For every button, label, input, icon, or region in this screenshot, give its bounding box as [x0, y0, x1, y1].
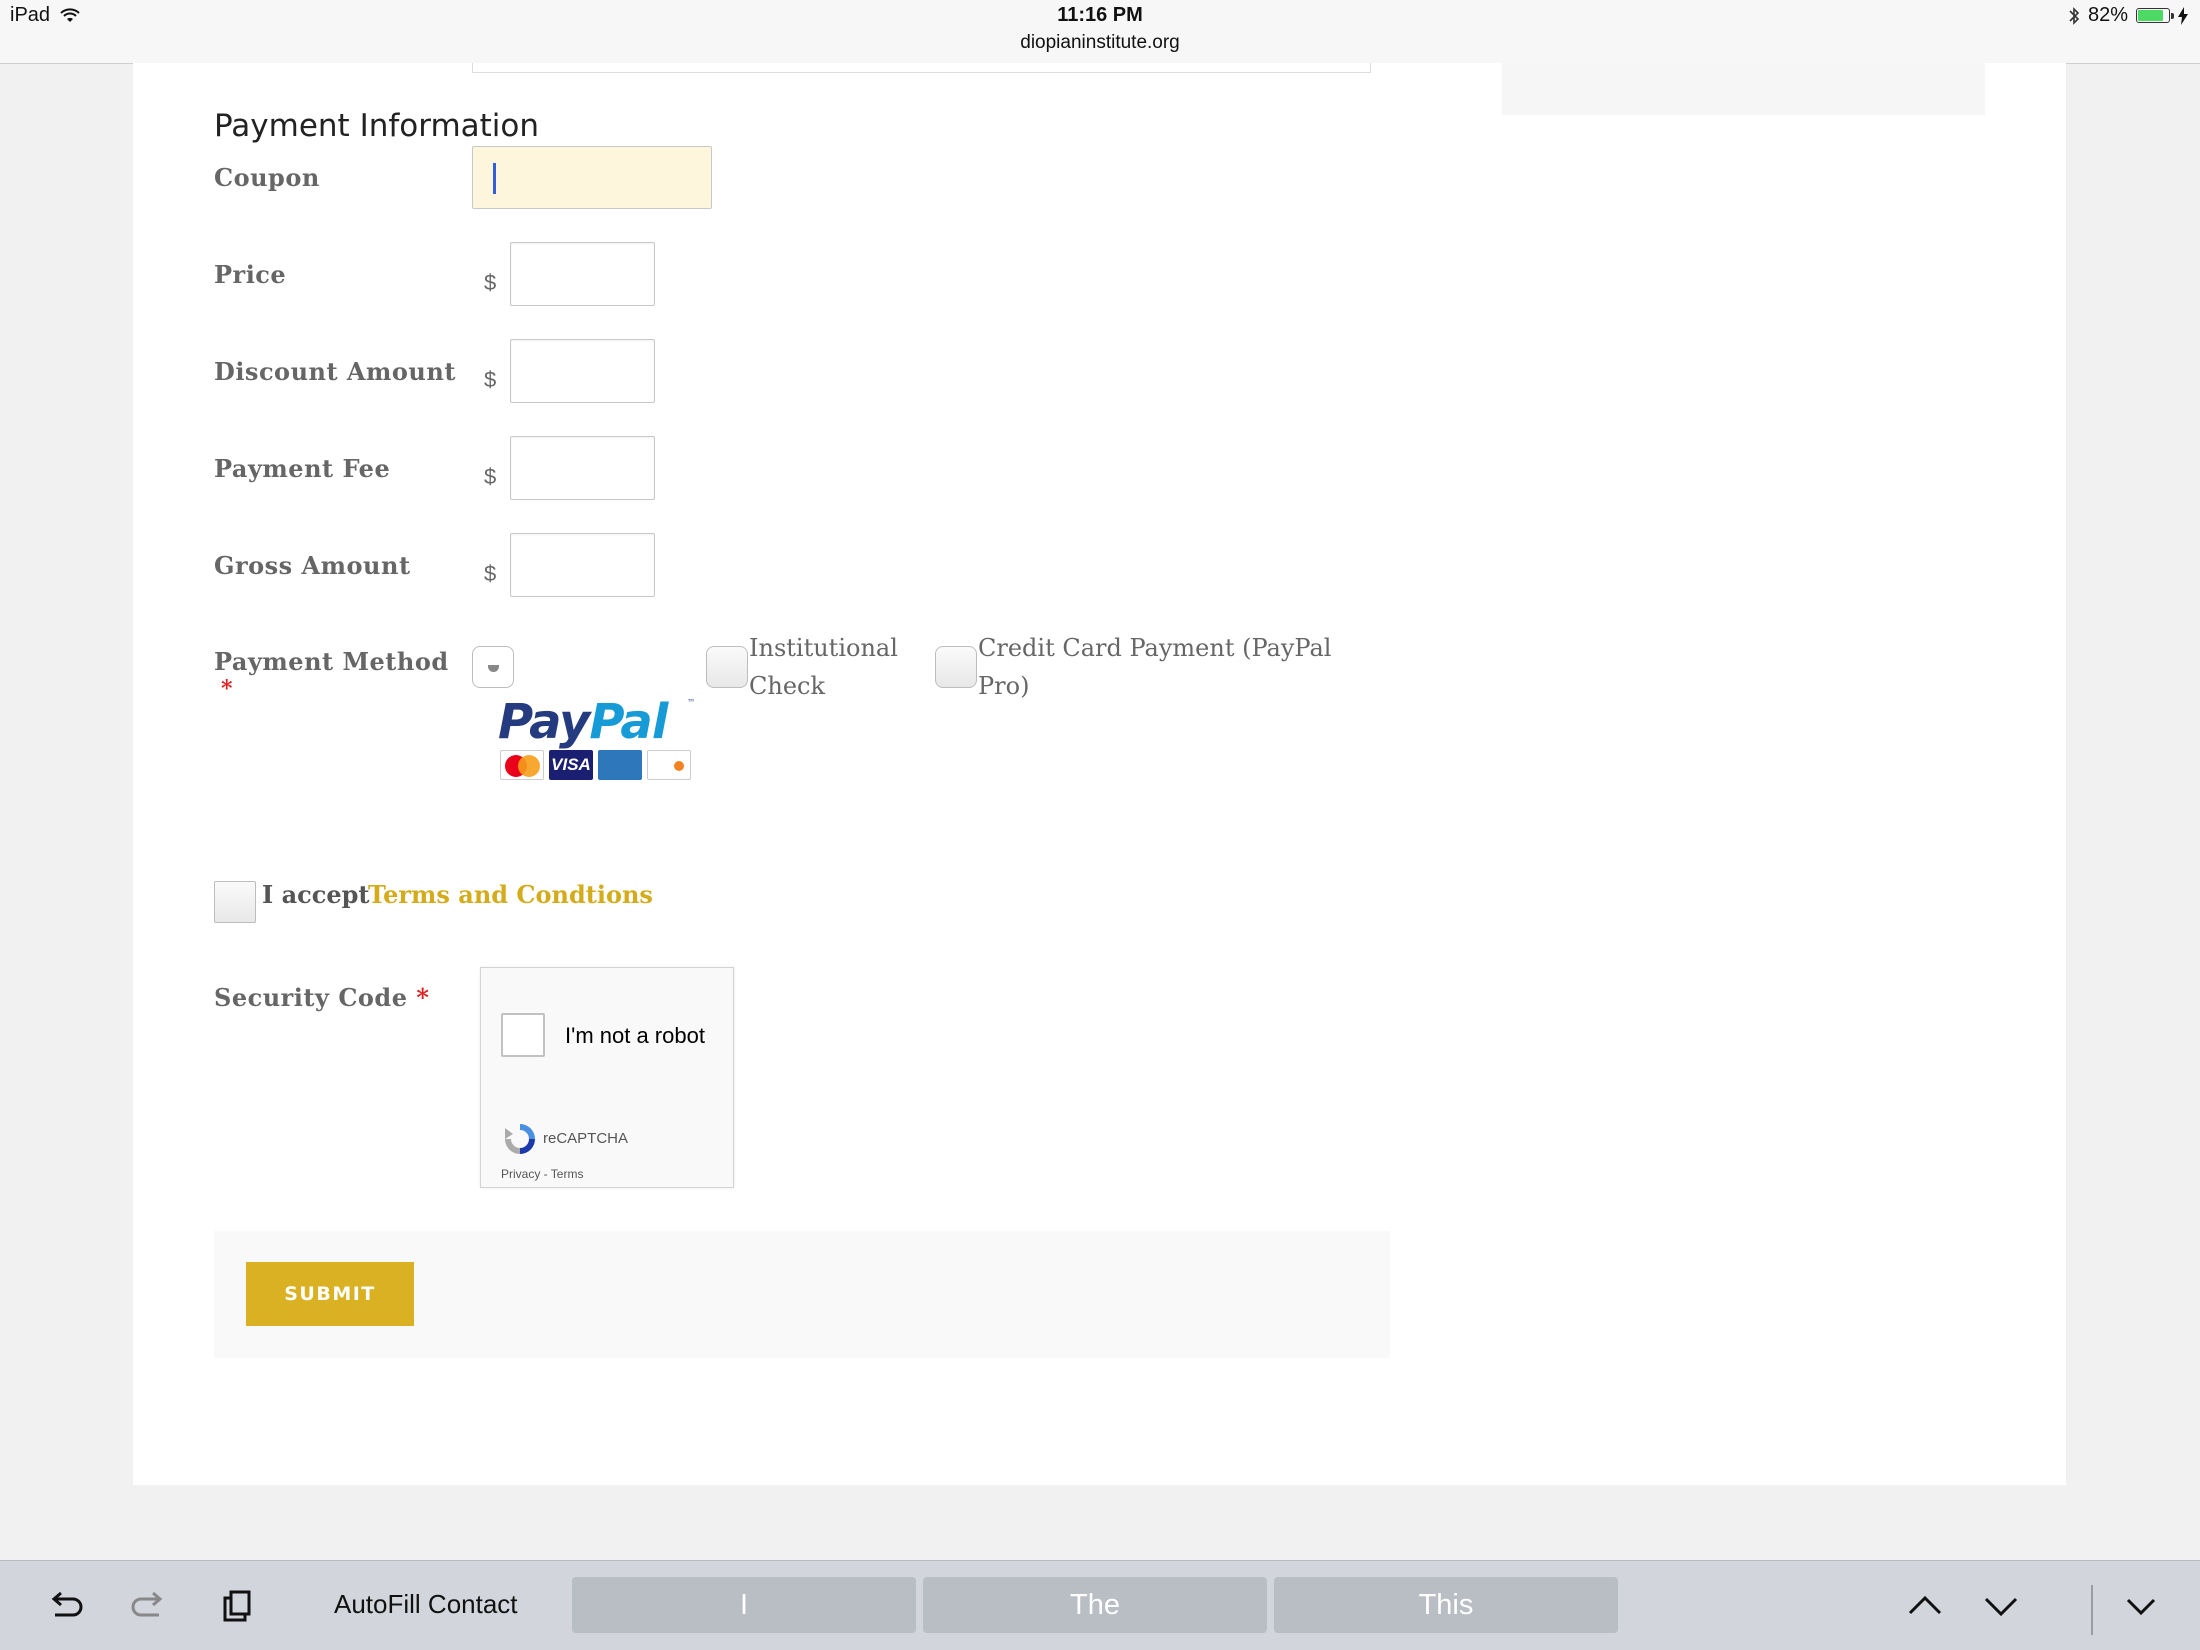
recaptcha-icon: [505, 1124, 535, 1154]
paste-icon[interactable]: [216, 1585, 258, 1627]
terms-link[interactable]: Terms and Condtions: [368, 880, 653, 909]
price-input[interactable]: [510, 242, 655, 306]
paypal-wordmark: PayPal: [498, 694, 668, 750]
institutional-check-label: Institutional Check: [749, 629, 898, 705]
suggestion-3[interactable]: This: [1274, 1577, 1618, 1633]
payment-fee-label: Payment Fee: [214, 454, 391, 483]
paypal-logo[interactable]: PayPal ™ VISA: [498, 694, 695, 782]
battery-icon: [2136, 8, 2174, 23]
paypal-pay-text: Pay: [498, 694, 590, 750]
ios-status-bar: iPad 11:16 PM diopianinstitute.org 82%: [0, 0, 2200, 64]
payment-option-paypal[interactable]: [472, 646, 514, 688]
security-code-label: Security Code *: [214, 983, 429, 1012]
trademark-mark: ™: [687, 698, 695, 707]
accept-text: I accept: [262, 880, 370, 909]
security-code-label-text: Security Code: [214, 983, 408, 1012]
discount-currency: $: [484, 367, 497, 392]
payment-option-credit-card[interactable]: [935, 646, 977, 688]
payment-fee-input[interactable]: [510, 436, 655, 500]
gross-amount-input[interactable]: [510, 533, 655, 597]
recaptcha-brand: reCAPTCHA: [543, 1130, 629, 1147]
next-field-icon[interactable]: [1980, 1585, 2022, 1627]
battery-percent: 82%: [2087, 4, 2128, 26]
credit-card-line1: Credit Card Payment (PayPal: [978, 634, 1332, 662]
coupon-input[interactable]: [472, 146, 712, 209]
visa-icon: VISA: [549, 750, 593, 780]
section-title: Payment Information: [214, 108, 540, 144]
payment-option-institutional-check[interactable]: [706, 646, 748, 688]
submit-button[interactable]: SUBMIT: [246, 1262, 414, 1326]
payment-method-label: Payment Method: [214, 647, 449, 676]
credit-card-label: Credit Card Payment (PayPal Pro): [978, 629, 1331, 705]
selected-dot: [488, 665, 499, 672]
mastercard-icon: [500, 750, 544, 780]
amex-icon: [598, 750, 642, 780]
captcha-privacy-terms[interactable]: Privacy - Terms: [501, 1167, 583, 1181]
credit-card-line2: Pro): [978, 672, 1030, 700]
keyboard-shortcut-bar: AutoFill Contact I The This: [0, 1560, 2200, 1650]
paypal-pal-text: Pal: [589, 694, 668, 750]
discover-icon: [647, 750, 691, 780]
gross-amount-currency: $: [484, 561, 497, 586]
required-asterisk: *: [221, 676, 233, 702]
dismiss-keyboard-icon[interactable]: [2120, 1585, 2162, 1627]
sidebar-panel: [1502, 63, 1985, 115]
redo-icon[interactable]: [129, 1585, 171, 1627]
address-bar-url[interactable]: diopianinstitute.org: [0, 32, 2200, 54]
card-logos: VISA: [500, 750, 691, 780]
bluetooth-icon: [2069, 6, 2080, 25]
battery-fill: [2138, 10, 2163, 21]
recaptcha-widget: I'm not a robot reCAPTCHA Privacy - Term…: [480, 967, 734, 1188]
terms-checkbox[interactable]: [214, 881, 256, 923]
required-asterisk: *: [416, 983, 430, 1012]
institutional-check-line1: Institutional: [749, 634, 898, 662]
suggestion-1[interactable]: I: [572, 1577, 916, 1633]
captcha-checkbox[interactable]: [501, 1013, 545, 1057]
previous-field-bottom[interactable]: [472, 63, 1371, 73]
submit-area: SUBMIT: [214, 1231, 1390, 1358]
captcha-label: I'm not a robot: [565, 1023, 705, 1048]
coupon-label: Coupon: [214, 163, 320, 192]
charging-icon: [2178, 6, 2188, 25]
price-currency: $: [484, 270, 497, 295]
discount-label: Discount Amount: [214, 357, 456, 386]
toolbar-divider: [2091, 1585, 2093, 1635]
institutional-check-line2: Check: [749, 672, 826, 700]
price-label: Price: [214, 260, 287, 289]
status-right: 82%: [2068, 4, 2188, 27]
payment-fee-currency: $: [484, 464, 497, 489]
gross-amount-label: Gross Amount: [214, 551, 411, 580]
status-time: 11:16 PM: [1057, 4, 1143, 26]
discount-input[interactable]: [510, 339, 655, 403]
suggestion-2[interactable]: The: [923, 1577, 1267, 1633]
previous-field-icon[interactable]: [1904, 1585, 1946, 1627]
payment-method-label-text: Payment Method: [214, 647, 449, 676]
text-caret: [493, 163, 496, 194]
undo-icon[interactable]: [43, 1585, 85, 1627]
autofill-contact-button[interactable]: AutoFill Contact: [334, 1589, 518, 1620]
